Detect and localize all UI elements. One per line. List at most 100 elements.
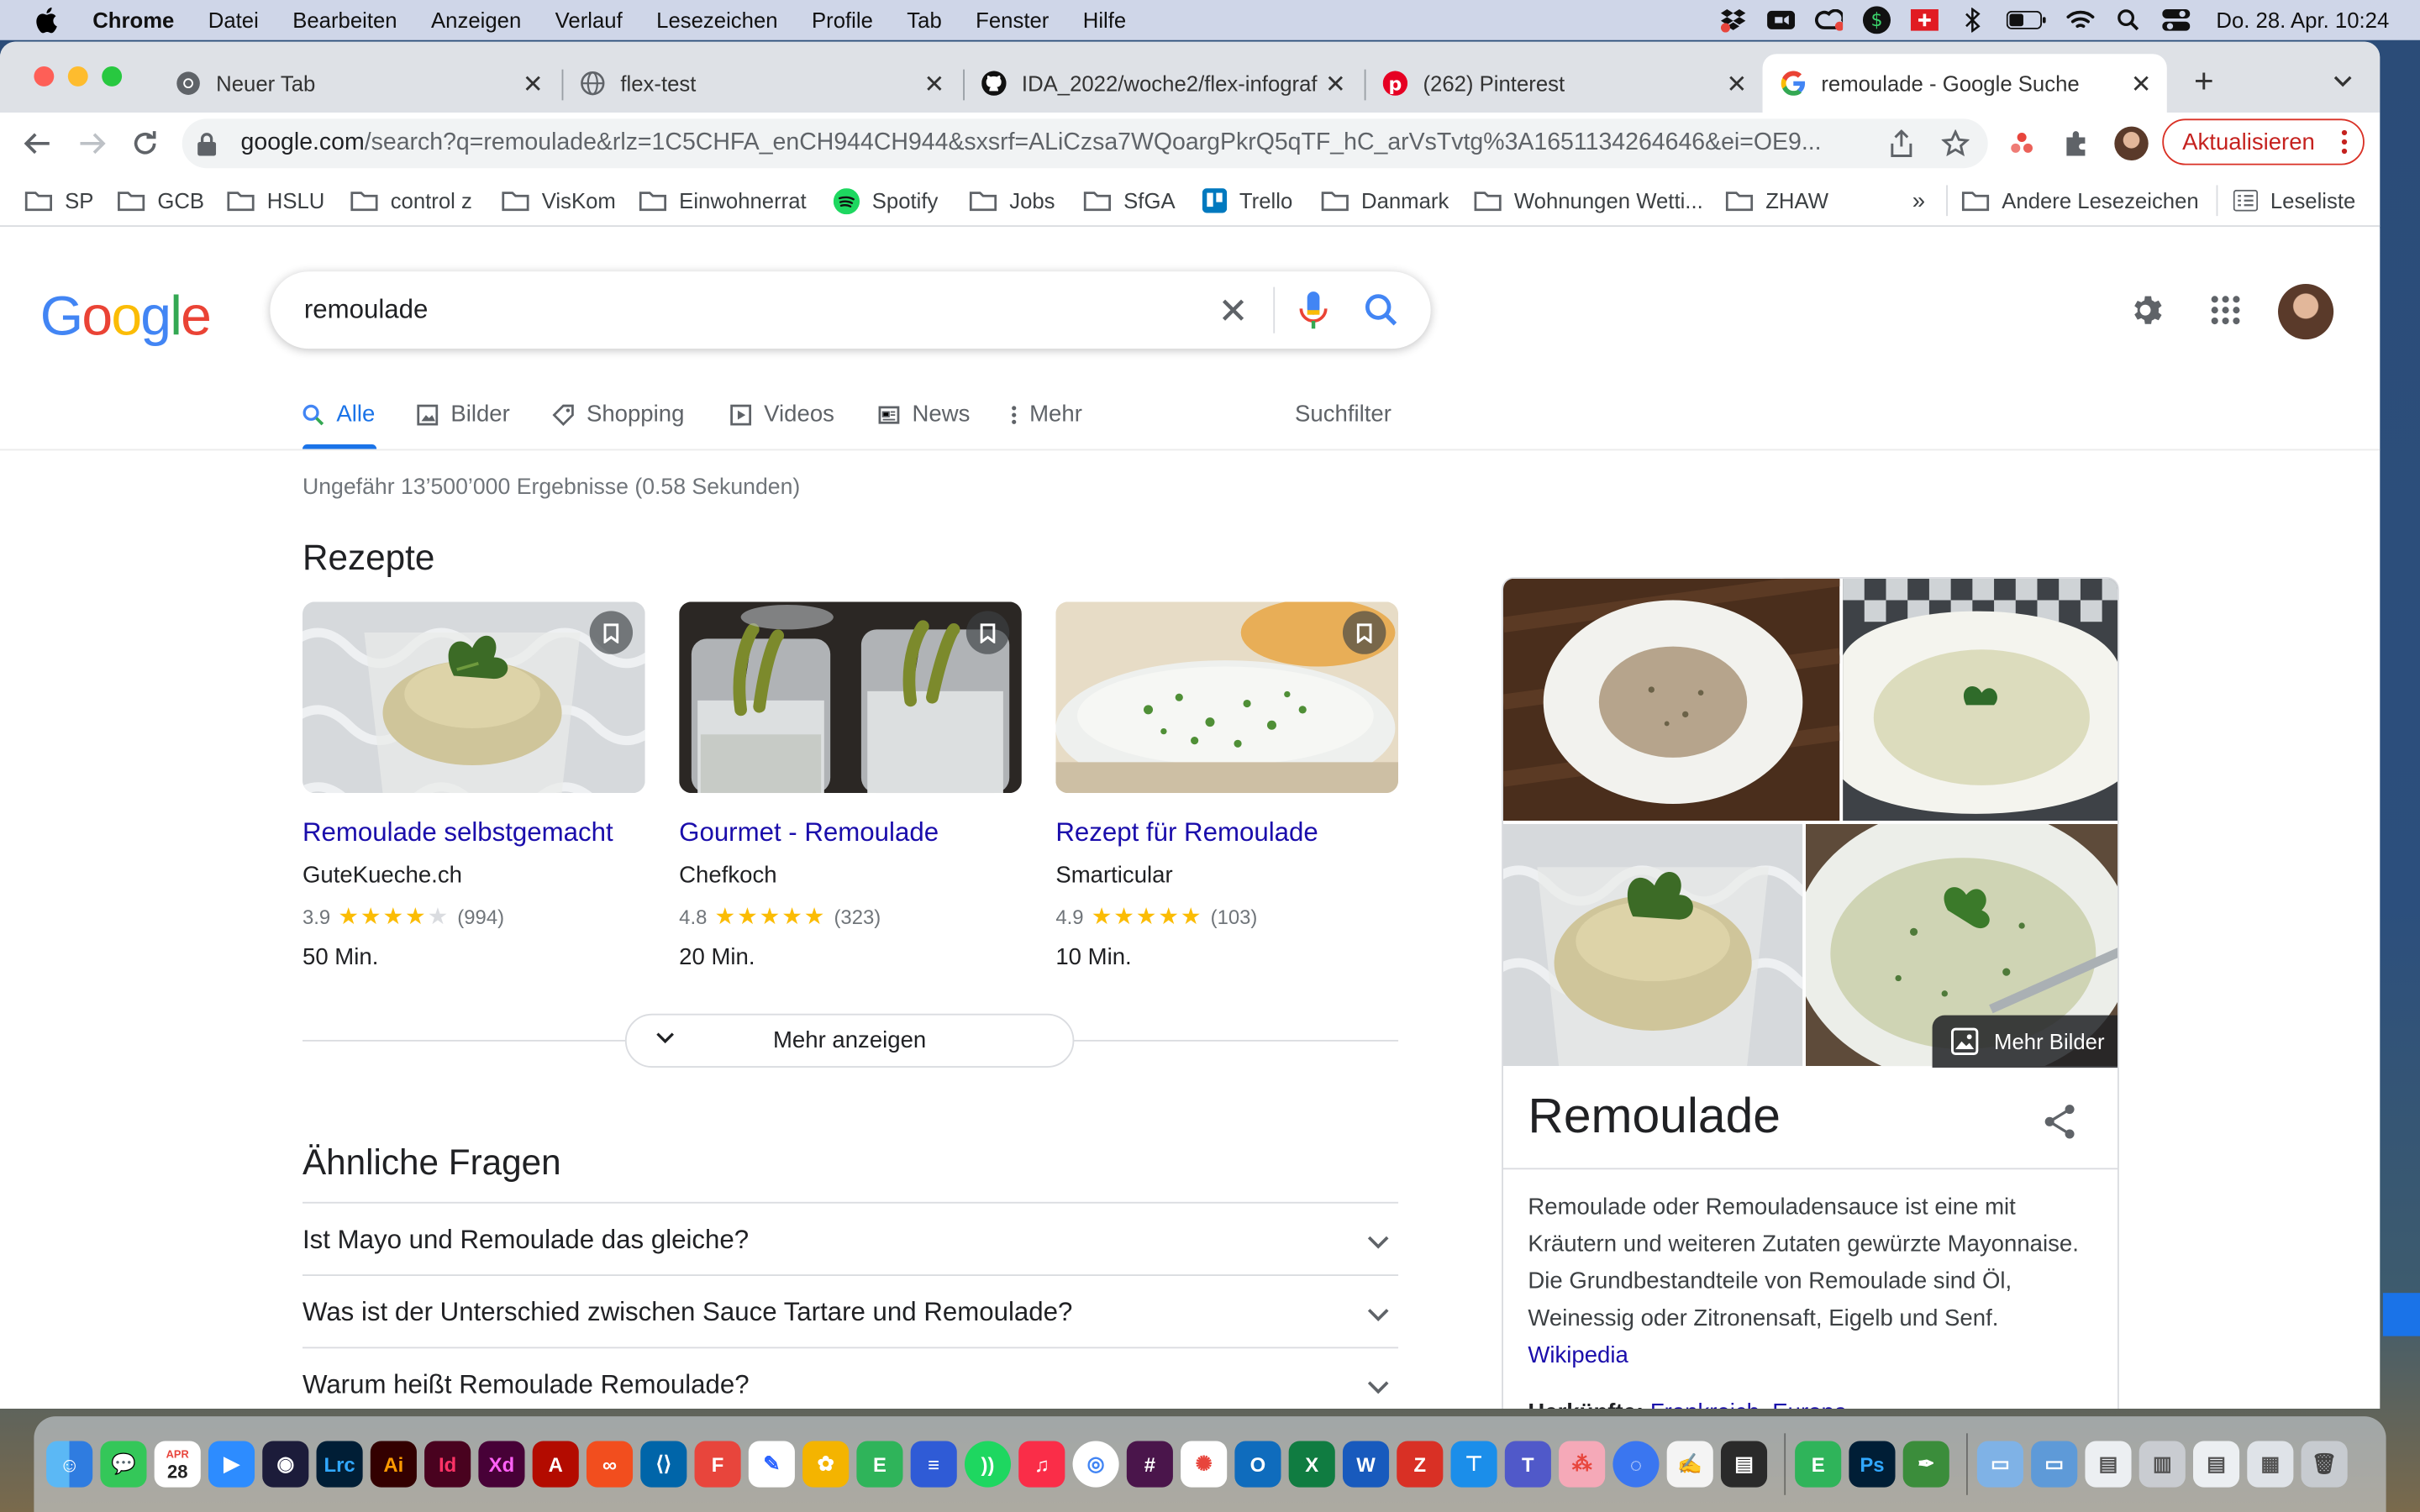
menu-bearbeiten[interactable]: Bearbeiten (292, 8, 397, 32)
search-box[interactable]: remoulade (270, 271, 1431, 349)
search-filter-button[interactable]: Suchfilter (1295, 402, 1392, 428)
microphone-icon[interactable] (1298, 290, 1329, 330)
minimize-window-button[interactable] (67, 66, 88, 87)
recipe-card[interactable]: Remoulade selbstgemacht GuteKueche.ch 3.… (302, 601, 645, 970)
menu-verlauf[interactable]: Verlauf (555, 8, 623, 32)
fontcase-icon[interactable]: F (694, 1441, 741, 1488)
reload-icon[interactable] (129, 128, 160, 159)
vectornator-icon[interactable]: ✒ (1902, 1441, 1949, 1488)
keynote-icon[interactable]: ⊤ (1450, 1441, 1497, 1488)
indesign-icon[interactable]: Id (424, 1441, 471, 1488)
close-tab-icon[interactable]: ✕ (1727, 70, 1748, 101)
tab-bilder[interactable]: Bilder (417, 402, 510, 428)
more-images-button[interactable]: Mehr Bilder (1932, 1015, 2118, 1068)
bookmark-other-folder[interactable]: Andere Lesezeichen (1961, 184, 2199, 218)
menu-anzeigen[interactable]: Anzeigen (431, 8, 521, 32)
menu-app-chrome[interactable]: Chrome (92, 8, 174, 32)
bookmark-folder-hslu[interactable]: HSLU (227, 184, 324, 218)
bookmark-trello[interactable]: Trello (1202, 184, 1292, 218)
close-window-button[interactable] (34, 66, 55, 87)
origin-link-europa[interactable]: Europa (1772, 1399, 1847, 1409)
close-tab-icon[interactable]: ✕ (2131, 70, 2152, 101)
extension-dots-icon[interactable] (2007, 128, 2038, 159)
menu-datei[interactable]: Datei (208, 8, 259, 32)
extensions-puzzle-icon[interactable] (2060, 128, 2091, 159)
signal-icon[interactable]: ◌ (1612, 1441, 1660, 1488)
kebab-menu-icon[interactable] (2341, 129, 2348, 160)
evernote-recent-icon[interactable]: E (1795, 1441, 1842, 1488)
question-row[interactable]: Was ist der Unterschied zwischen Sauce T… (302, 1274, 1399, 1347)
document-stack-icon[interactable]: ▤ (2193, 1441, 2240, 1488)
tab-news[interactable]: News (878, 402, 970, 428)
tab-github[interactable]: IDA_2022/woche2/flex-infografi ✕ (966, 54, 1361, 113)
creative-cloud-dock-icon[interactable]: ∞ (586, 1441, 634, 1488)
vscode-icon[interactable]: ⟨⟩ (640, 1441, 687, 1488)
bookmark-star-icon[interactable] (1940, 128, 1971, 159)
tab-neuer-tab[interactable]: Neuer Tab ✕ (160, 54, 559, 113)
outlook-icon[interactable]: O (1234, 1441, 1281, 1488)
recipe-title-link[interactable]: Remoulade selbstgemacht (302, 817, 645, 848)
downloads-folder-icon[interactable]: ▭ (1976, 1441, 2023, 1488)
close-tab-icon[interactable]: ✕ (923, 70, 944, 101)
update-button[interactable]: Aktualisieren (2162, 118, 2365, 165)
recipe-image[interactable] (302, 601, 645, 794)
chevron-down-icon[interactable] (1367, 1300, 1389, 1331)
teams-icon[interactable]: T (1504, 1441, 1551, 1488)
calendar-icon[interactable]: APR 28 (154, 1441, 201, 1488)
panel-image[interactable] (1502, 578, 1840, 822)
search-icon[interactable] (1363, 291, 1400, 328)
bluetooth-icon[interactable] (1959, 8, 1986, 33)
bookmark-folder-gcb[interactable]: GCB (118, 184, 204, 218)
bookmarks-overflow-chevron[interactable]: » (1912, 184, 1925, 218)
search-input[interactable]: remoulade (304, 295, 429, 326)
bookmark-folder-wohnungen[interactable]: Wohnungen Wetti... (1474, 184, 1703, 218)
tab-flex-test[interactable]: flex-test ✕ (565, 54, 960, 113)
question-row[interactable]: Warum heißt Remoulade Remoulade? (302, 1347, 1399, 1408)
wikipedia-link[interactable]: Wikipedia (1528, 1342, 1628, 1368)
chevron-down-icon[interactable] (1367, 1373, 1389, 1404)
swiss-flag-icon[interactable] (1910, 8, 1939, 32)
evernote-icon[interactable]: E (856, 1441, 903, 1488)
chrome-dock-icon[interactable]: ◎ (1072, 1441, 1119, 1488)
cinema4d-icon[interactable]: ◉ (262, 1441, 309, 1488)
acrobat-icon[interactable]: A (532, 1441, 579, 1488)
close-tab-icon[interactable]: ✕ (1325, 70, 1346, 101)
screenshot-stack-icon[interactable]: ▥ (2139, 1441, 2186, 1488)
chevron-down-icon[interactable] (1367, 1228, 1389, 1259)
finder-icon[interactable]: ☺ (46, 1441, 93, 1488)
word-icon[interactable]: W (1342, 1441, 1390, 1488)
recipe-title-link[interactable]: Rezept für Remoulade (1055, 817, 1398, 848)
xd-icon[interactable]: Xd (478, 1441, 525, 1488)
google-logo[interactable]: Google (40, 284, 212, 349)
menubar-clock[interactable]: Do. 28. Apr. 10:24 (2216, 8, 2389, 32)
save-recipe-bookmark-icon[interactable] (589, 611, 634, 654)
account-avatar[interactable] (2278, 283, 2334, 340)
apps-grid-icon[interactable] (2202, 287, 2249, 333)
url-text[interactable]: google.com/search?q=remoulade&rlz=1C5CHF… (241, 129, 1877, 157)
zotero-icon[interactable]: Z (1397, 1441, 1444, 1488)
control-center-icon[interactable] (2162, 8, 2191, 32)
menu-fenster[interactable]: Fenster (976, 8, 1049, 32)
textedit-icon[interactable]: ✍ (1666, 1441, 1713, 1488)
panel-image[interactable] (1502, 823, 1803, 1067)
bookmark-folder-zhaw[interactable]: ZHAW (1725, 184, 1828, 218)
bookmark-spotify[interactable]: Spotify (833, 184, 938, 218)
illustrator-icon[interactable]: Ai (370, 1441, 417, 1488)
printer-icon[interactable]: ▤ (1720, 1441, 1768, 1488)
clear-search-icon[interactable] (1215, 291, 1252, 328)
bookmark-folder-jobs[interactable]: Jobs (969, 184, 1055, 218)
recipe-card[interactable]: Gourmet - Remoulade Chefkoch 4.8 ★★★★★ (… (679, 601, 1022, 970)
photoshop-icon[interactable]: Ps (1849, 1441, 1896, 1488)
back-arrow-icon[interactable] (22, 128, 53, 159)
bookmark-folder-danmark[interactable]: Danmark (1321, 184, 1449, 218)
close-tab-icon[interactable]: ✕ (523, 70, 544, 101)
recipe-image[interactable] (1055, 601, 1399, 794)
share-icon[interactable] (2044, 1103, 2077, 1147)
slack-icon[interactable]: # (1126, 1441, 1173, 1488)
tab-mehr[interactable]: Mehr (1011, 402, 1082, 428)
folder-stack-icon[interactable]: ▭ (2031, 1441, 2078, 1488)
menu-profile[interactable]: Profile (812, 8, 873, 32)
tab-google-search[interactable]: remoulade - Google Suche ✕ (1762, 54, 2167, 113)
photos-icon[interactable]: ✺ (1181, 1441, 1228, 1488)
messages-icon[interactable]: 💬 (100, 1441, 147, 1488)
